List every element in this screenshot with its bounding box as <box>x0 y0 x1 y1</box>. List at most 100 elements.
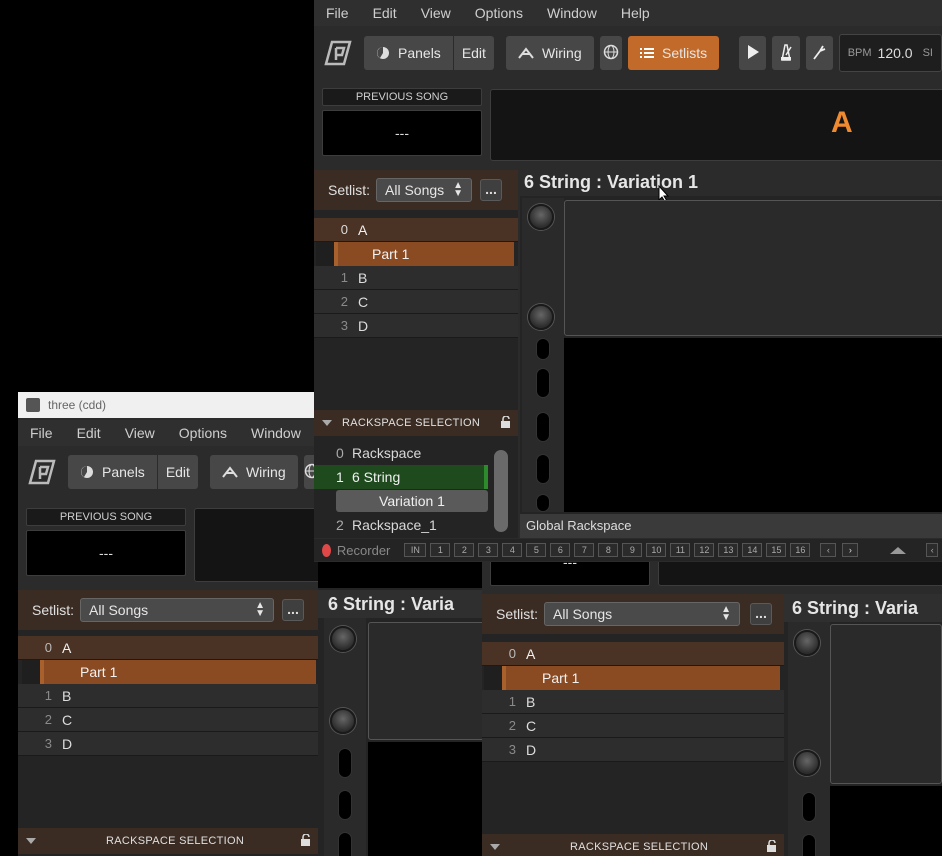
chevron-right-icon[interactable]: › <box>842 543 859 557</box>
global-rackspace-bar[interactable]: Global Rackspace <box>520 514 942 538</box>
song-row-b[interactable]: 1B <box>482 690 784 714</box>
rackspace-header-label: RACKSPACE SELECTION <box>342 417 481 429</box>
variation-button[interactable]: Variation 1 <box>336 490 488 512</box>
setlist-panel: Setlist: All Songs ▲ ▼ ... 0A Part 1 1B 2C… <box>482 594 784 856</box>
wiring-icon <box>222 465 238 479</box>
window-main: File Edit View Options Window Help Panel… <box>314 0 942 562</box>
song-row-c[interactable]: 2C <box>18 708 318 732</box>
rackspace-selection-header[interactable]: RACKSPACE SELECTION <box>314 410 518 436</box>
menu-file[interactable]: File <box>314 5 361 21</box>
rackspace-num: 0 <box>336 445 344 461</box>
song-row-b[interactable]: 1B <box>18 684 318 708</box>
setlist-more-button[interactable]: ... <box>282 599 305 621</box>
rackspace-selection-header[interactable]: RACKSPACE SELECTION <box>18 828 318 854</box>
rack-panel[interactable] <box>830 624 942 784</box>
menu-options[interactable]: Options <box>463 5 535 21</box>
song-name: A <box>62 639 72 656</box>
globe-button[interactable] <box>599 36 622 70</box>
midi-channel-indicator: 7 <box>574 543 595 557</box>
wiring-label: Wiring <box>245 464 286 480</box>
metronome-icon <box>778 43 794 64</box>
rack-slot <box>536 412 550 442</box>
menu-edit[interactable]: Edit <box>65 425 113 441</box>
setlist-more-button[interactable]: ... <box>750 603 773 625</box>
chevron-left-icon[interactable]: ‹ <box>926 543 938 557</box>
triangle-up-icon[interactable] <box>890 546 907 554</box>
part-row[interactable]: Part 1 <box>334 242 514 266</box>
rack-title: 6 String : Variation 1 <box>520 168 942 196</box>
rack-rail <box>324 618 366 856</box>
window-titlebar[interactable]: three (cdd) <box>18 392 318 418</box>
song-row-a[interactable]: 0A <box>482 642 784 666</box>
rack-panel[interactable] <box>564 200 942 336</box>
play-button[interactable] <box>739 36 767 70</box>
menu-help[interactable]: Help <box>609 5 662 21</box>
record-icon[interactable] <box>322 543 331 557</box>
midi-in-indicator: IN <box>404 543 427 557</box>
setlist-more-button[interactable]: ... <box>480 179 503 201</box>
recorder-label[interactable]: Recorder <box>337 543 390 558</box>
rackspace-row-0[interactable]: 0 Rackspace <box>314 441 488 465</box>
bpm-display[interactable]: BPM 120.0 SI <box>838 34 942 72</box>
chevron-left-icon[interactable]: ‹ <box>820 543 837 557</box>
menu-view[interactable]: View <box>113 425 167 441</box>
song-row-b[interactable]: 1B <box>314 266 518 290</box>
setlists-button[interactable]: Setlists <box>628 36 720 70</box>
song-num: 3 <box>508 742 516 757</box>
menu-window[interactable]: Window <box>239 425 313 441</box>
rack-panel[interactable] <box>368 622 488 740</box>
rackspace-name: Rackspace_1 <box>352 517 437 533</box>
rackspace-row-1-selected[interactable]: 1 6 String <box>314 465 488 489</box>
menu-file[interactable]: File <box>18 425 65 441</box>
menu-options[interactable]: Options <box>167 425 239 441</box>
menu-window[interactable]: Window <box>535 5 609 21</box>
wiring-button[interactable]: Wiring <box>505 36 594 70</box>
rack-screw-icon <box>330 626 356 652</box>
metronome-button[interactable] <box>772 36 800 70</box>
song-num: 3 <box>44 736 52 751</box>
midi-channel-indicator: 12 <box>694 543 715 557</box>
tuner-button[interactable] <box>805 36 833 70</box>
rack-slot <box>338 832 352 856</box>
rack-empty-area <box>830 786 942 856</box>
song-row-a[interactable]: 0A <box>18 636 318 660</box>
edit-button[interactable]: Edit <box>453 36 494 70</box>
globe-icon <box>603 44 619 63</box>
rackspace-selection-header[interactable]: RACKSPACE SELECTION <box>482 834 784 856</box>
panels-button[interactable]: Panels <box>68 455 157 489</box>
song-row-d[interactable]: 3D <box>18 732 318 756</box>
panels-label: Panels <box>102 464 145 480</box>
lock-icon[interactable] <box>300 833 312 849</box>
edit-button[interactable]: Edit <box>157 455 198 489</box>
previous-song-box[interactable]: PREVIOUS SONG --- <box>26 508 186 576</box>
part-row[interactable]: Part 1 <box>40 660 316 684</box>
song-row-d[interactable]: 3D <box>482 738 784 762</box>
song-row-c[interactable]: 2C <box>314 290 518 314</box>
setlist-dropdown[interactable]: All Songs ▲ ▼ <box>376 178 473 202</box>
wiring-icon <box>518 46 534 60</box>
lock-icon[interactable] <box>766 839 778 855</box>
song-row-c[interactable]: 2C <box>482 714 784 738</box>
status-bar: Recorder IN 1 2 3 4 5 6 7 8 9 10 11 12 13 14 15 16 ‹ › … <box>314 539 942 561</box>
rackspace-row-2[interactable]: 2 Rackspace_1 <box>314 513 488 537</box>
rackspace-scrollbar[interactable] <box>494 450 508 532</box>
rack-screw-icon <box>794 750 820 776</box>
rack-slot <box>536 338 550 360</box>
previous-song-box[interactable]: PREVIOUS SONG --- <box>322 88 482 156</box>
rack-slot <box>536 368 550 398</box>
midi-channel-indicator: 1 <box>430 543 451 557</box>
rack-slot <box>338 790 352 820</box>
wiring-button[interactable]: Wiring <box>209 455 298 489</box>
setlist-dropdown[interactable]: All Songs ▲ ▼ <box>544 602 741 626</box>
menu-edit[interactable]: Edit <box>361 5 409 21</box>
song-row-a[interactable]: 0A <box>314 218 518 242</box>
updown-arrows-icon: ▲ ▼ <box>255 600 266 619</box>
page-nav: ‹ › <box>820 543 862 557</box>
menu-view[interactable]: View <box>409 5 463 21</box>
part-row[interactable]: Part 1 <box>502 666 780 690</box>
midi-channel-indicator: 16 <box>790 543 811 557</box>
song-row-d[interactable]: 3D <box>314 314 518 338</box>
panels-button[interactable]: Panels <box>364 36 453 70</box>
setlist-dropdown[interactable]: All Songs ▲ ▼ <box>80 598 275 622</box>
lock-icon[interactable] <box>500 415 512 431</box>
